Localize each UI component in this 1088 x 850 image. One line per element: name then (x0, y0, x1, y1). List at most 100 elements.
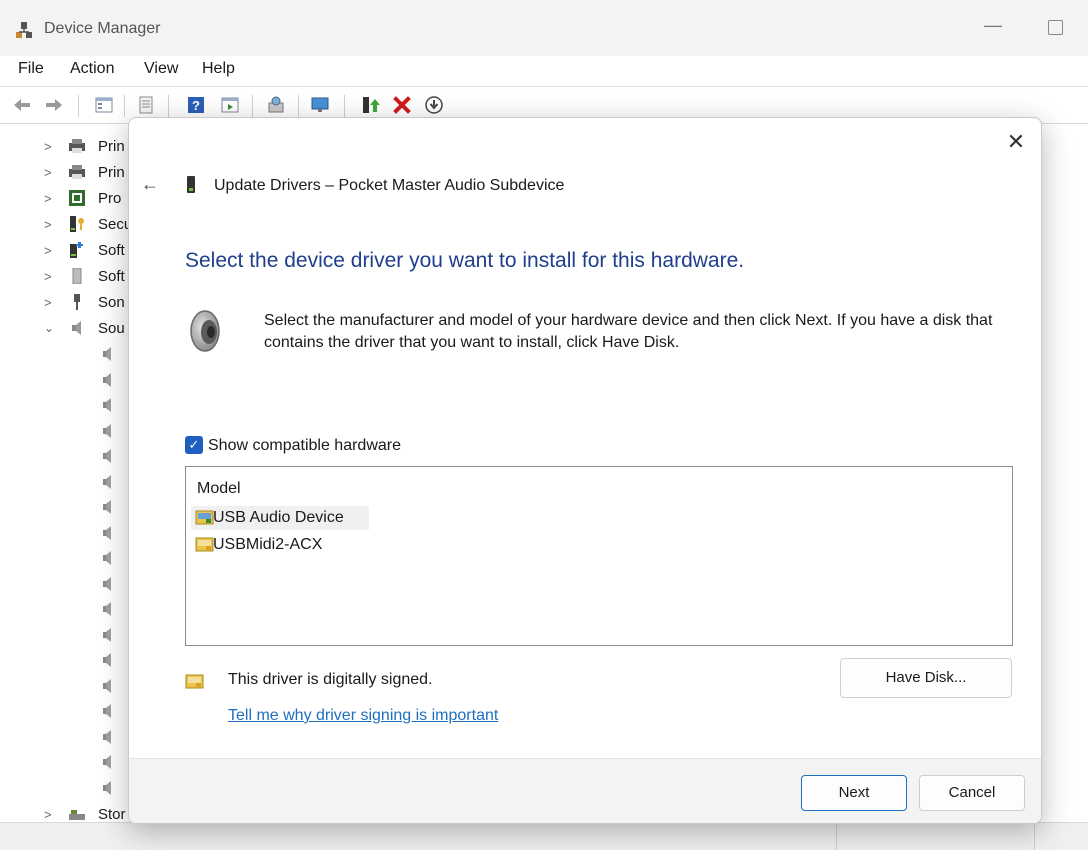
model-list-item[interactable]: USBMidi2-ACX (191, 533, 359, 557)
chevron-right-icon[interactable]: > (44, 165, 52, 180)
menu-file[interactable]: File (18, 60, 44, 78)
printer-icon (69, 139, 85, 153)
device-manager-icon (16, 22, 32, 38)
title-bar: Device Manager — (0, 0, 1088, 56)
back-arrow-button[interactable]: ← (139, 173, 161, 195)
tree-item-label: Prin (98, 138, 125, 155)
software-device-icon (72, 268, 82, 284)
software-component-icon (70, 242, 83, 258)
speaker-icon (103, 755, 111, 769)
model-list-item-selected[interactable]: USB Audio Device (191, 506, 369, 530)
menu-bar: File Action View Help (0, 56, 1088, 87)
tree-item[interactable]: > Prin (0, 160, 140, 186)
menu-view[interactable]: View (144, 60, 178, 78)
tree-item-label: Sou (98, 320, 125, 337)
device-tree: > Prin > Prin > Pro > Secu > Soft > Soft… (0, 124, 140, 824)
speaker-icon (103, 678, 111, 693)
speaker-icon (103, 500, 111, 514)
tree-item[interactable]: > Soft (0, 238, 140, 264)
chevron-right-icon[interactable]: > (44, 243, 52, 258)
action-pane-icon[interactable] (220, 95, 240, 115)
driver-signing-link[interactable]: Tell me why driver signing is important (228, 707, 498, 725)
tree-item-label: Stor (98, 806, 126, 823)
model-listbox[interactable]: Model USB Audio Device USBMidi2-ACX (185, 466, 1013, 646)
signed-driver-icon (195, 510, 214, 525)
speaker-icon (103, 576, 111, 591)
speaker-icon (72, 321, 81, 335)
enable-device-icon[interactable] (424, 95, 444, 115)
speaker-icon (103, 704, 111, 718)
show-compatible-checkbox[interactable]: ✓ (185, 436, 203, 454)
sound-device-icon (74, 294, 80, 310)
speaker-icon (103, 474, 111, 489)
storage-icon (69, 810, 85, 820)
speaker-icon (103, 372, 111, 387)
chevron-down-icon[interactable]: ⌄ (44, 321, 54, 335)
tree-item[interactable]: > Prin (0, 134, 140, 160)
chevron-right-icon[interactable]: > (44, 139, 52, 154)
status-bar (0, 822, 1088, 850)
speaker-icon (190, 310, 220, 352)
chevron-right-icon[interactable]: > (44, 269, 52, 284)
page-heading: Select the device driver you want to ins… (185, 249, 745, 272)
toolbar-separator (252, 95, 253, 117)
have-disk-button[interactable]: Have Disk... (840, 658, 1012, 698)
show-compatible-label[interactable]: Show compatible hardware (208, 437, 401, 455)
chevron-right-icon[interactable]: > (44, 807, 52, 822)
properties-icon[interactable] (136, 95, 156, 115)
printer-icon (69, 165, 85, 179)
tree-item-label: Soft (98, 268, 125, 285)
toolbar-separator (168, 95, 169, 117)
monitor-icon[interactable] (310, 95, 330, 115)
back-arrow-icon[interactable] (12, 95, 32, 115)
update-driver-icon[interactable] (360, 95, 380, 115)
device-icon (187, 176, 195, 193)
speaker-icon (103, 551, 111, 565)
next-button[interactable]: Next (801, 775, 907, 811)
tree-item-expanded[interactable]: ⌄ Sou (0, 316, 140, 342)
cancel-button[interactable]: Cancel (919, 775, 1025, 811)
menu-help[interactable]: Help (202, 60, 235, 78)
speaker-icon (103, 602, 111, 616)
tree-item-label: Prin (98, 164, 125, 181)
model-label: USBMidi2-ACX (213, 536, 323, 553)
speaker-icon (103, 347, 111, 361)
minimize-button[interactable]: — (980, 14, 1006, 40)
security-device-icon (70, 216, 84, 232)
maximize-button[interactable] (1048, 20, 1063, 35)
model-column-header: Model (197, 480, 241, 497)
speaker-icon (103, 525, 111, 540)
svg-text:?: ? (192, 98, 200, 113)
status-divider (1034, 823, 1035, 850)
chevron-right-icon[interactable]: > (44, 295, 52, 310)
tree-item-label: Soft (98, 242, 125, 259)
status-divider (836, 823, 837, 850)
show-hide-console-tree-icon[interactable] (94, 95, 114, 115)
signed-driver-icon (195, 537, 214, 552)
instructions-text: Select the manufacturer and model of you… (264, 312, 993, 351)
tree-item[interactable]: > Soft (0, 264, 140, 290)
tree-item[interactable]: > Pro (0, 186, 140, 212)
close-button[interactable]: ✕ (1002, 128, 1030, 156)
speaker-icon (103, 398, 111, 412)
speaker-icon (103, 780, 111, 795)
uninstall-device-icon[interactable] (392, 95, 412, 115)
tree-item[interactable]: > Son (0, 290, 140, 316)
speaker-icon (103, 423, 111, 438)
dialog-footer: Next Cancel (129, 758, 1041, 823)
speaker-icon (103, 729, 111, 744)
toolbar-separator (124, 95, 125, 117)
toolbar-separator (298, 95, 299, 117)
speaker-icon (103, 653, 111, 667)
forward-arrow-icon[interactable] (44, 95, 64, 115)
processor-icon (69, 190, 85, 206)
scan-hardware-icon[interactable] (266, 95, 286, 115)
chevron-right-icon[interactable]: > (44, 217, 52, 232)
model-label: USB Audio Device (213, 509, 344, 526)
help-icon[interactable]: ? (186, 95, 206, 115)
tree-item[interactable]: > Secu (0, 212, 140, 238)
signed-driver-icon (185, 674, 204, 689)
update-drivers-dialog: ✕ ← Update Drivers – Pocket Master Audio… (128, 117, 1042, 824)
menu-action[interactable]: Action (70, 60, 114, 78)
chevron-right-icon[interactable]: > (44, 191, 52, 206)
